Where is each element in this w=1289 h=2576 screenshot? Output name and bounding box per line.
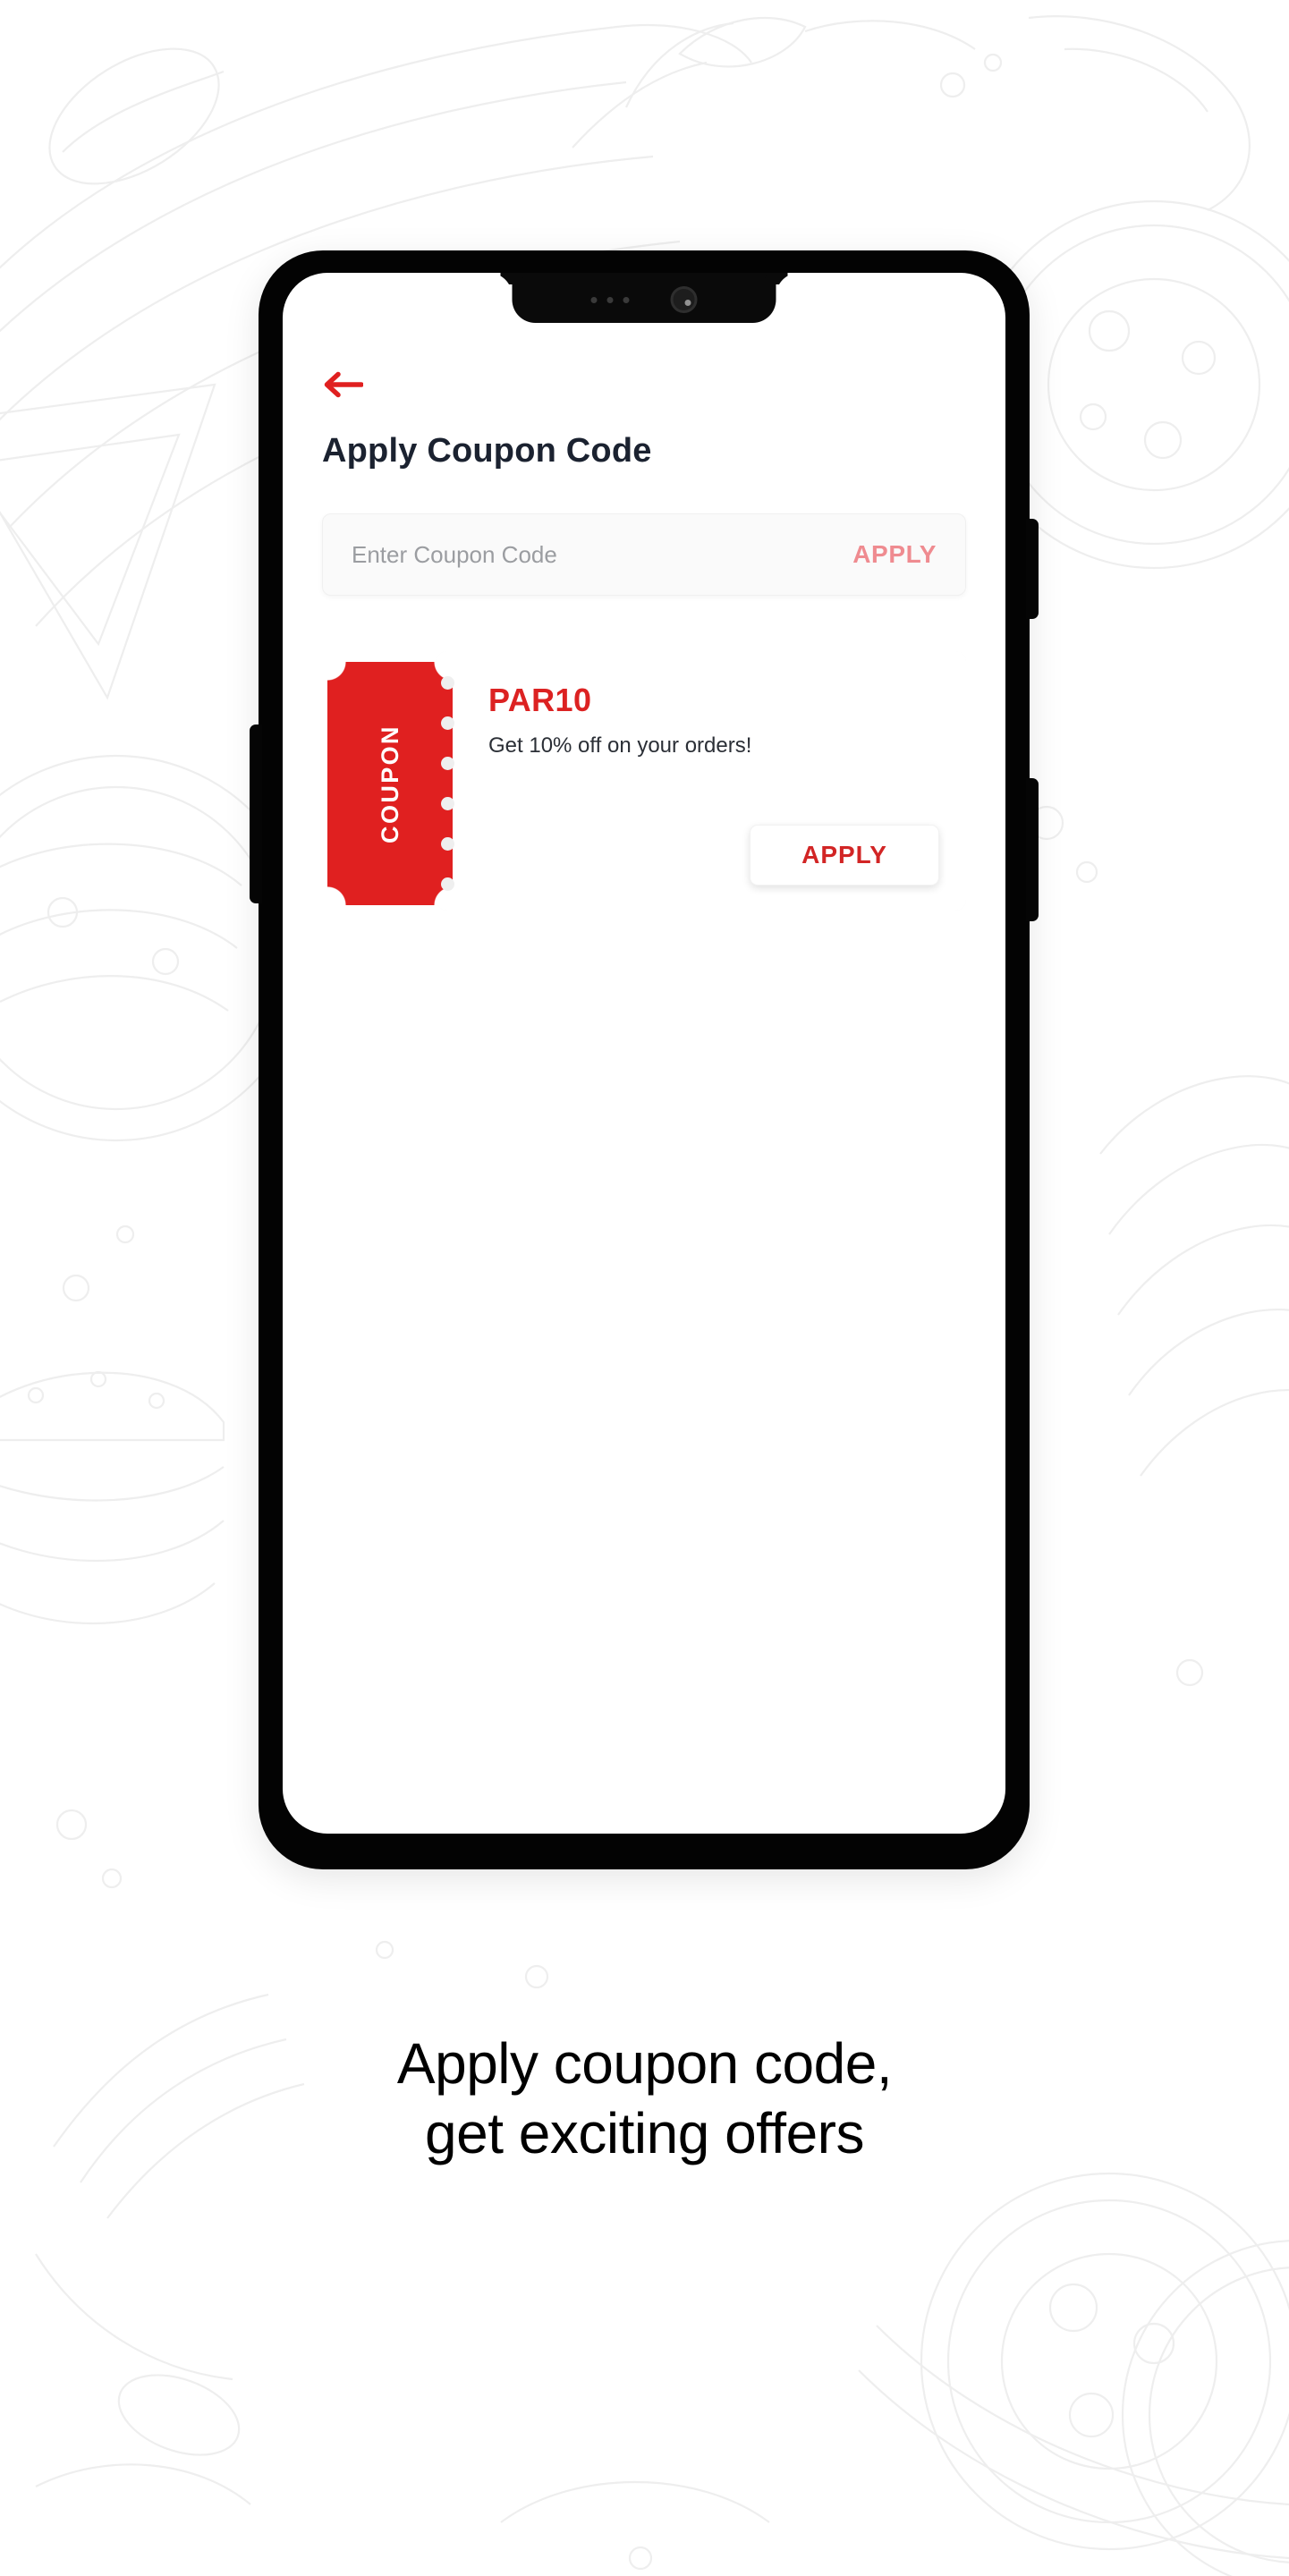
phone-notch xyxy=(512,273,776,323)
tagline-line-1: Apply coupon code, xyxy=(396,2031,893,2096)
page-title: Apply Coupon Code xyxy=(322,432,652,470)
phone-screen: Apply Coupon Code APPLY PAR10 Get 10% of… xyxy=(283,273,1005,1834)
left-side-button[interactable] xyxy=(250,724,262,903)
power-button[interactable] xyxy=(1026,519,1039,619)
speaker-grille xyxy=(590,296,630,303)
tagline: Apply coupon code, get exciting offers xyxy=(0,2029,1289,2168)
coupon-description: Get 10% off on your orders! xyxy=(488,733,752,758)
app-screen: Apply Coupon Code APPLY PAR10 Get 10% of… xyxy=(283,273,1005,1834)
coupon-card[interactable]: PAR10 Get 10% off on your orders! COUPON… xyxy=(322,651,966,911)
coupon-apply-button[interactable]: APPLY xyxy=(750,825,939,886)
page-root: Apply Coupon Code APPLY PAR10 Get 10% of… xyxy=(0,0,1289,2576)
back-arrow-icon[interactable] xyxy=(322,369,363,400)
tagline-line-2: get exciting offers xyxy=(425,2101,864,2166)
coupon-perforation xyxy=(441,676,455,891)
coupon-input-row[interactable]: APPLY xyxy=(322,513,966,596)
volume-rocker[interactable] xyxy=(1026,778,1039,921)
coupon-tab-label: COUPON xyxy=(376,724,403,843)
coupon-ticket-tab: COUPON xyxy=(327,662,453,905)
coupon-code-input[interactable] xyxy=(352,540,853,569)
phone-mockup: Apply Coupon Code APPLY PAR10 Get 10% of… xyxy=(250,250,1039,1869)
front-camera xyxy=(670,286,698,313)
coupon-code-label: PAR10 xyxy=(488,682,592,718)
apply-inline-button[interactable]: APPLY xyxy=(852,540,937,569)
